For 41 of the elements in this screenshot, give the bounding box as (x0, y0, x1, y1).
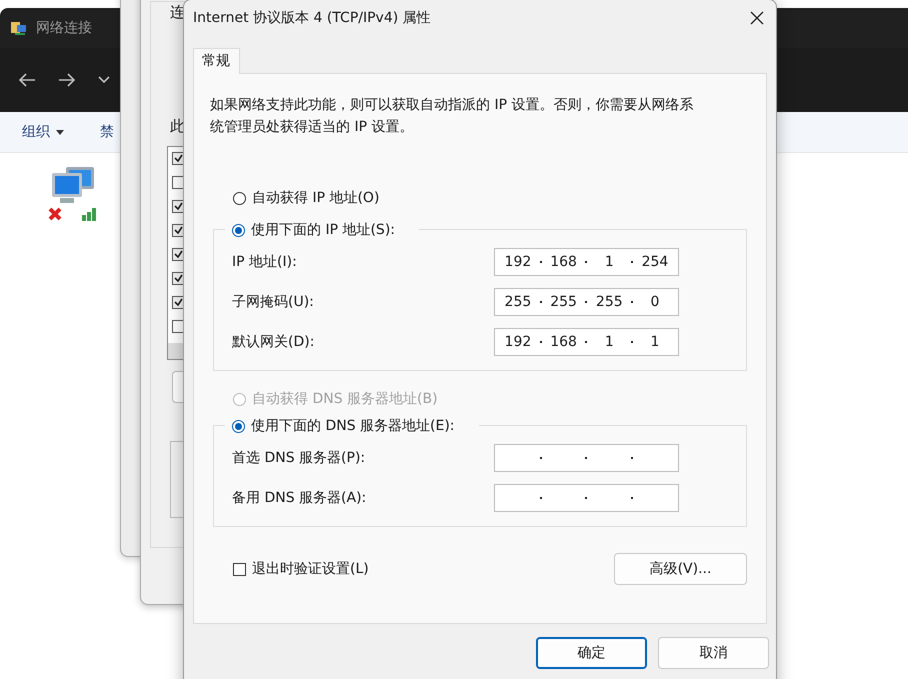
back-icon[interactable] (18, 72, 36, 88)
ip-octet: 255 (549, 294, 578, 310)
field-label: IP 地址(I): (232, 253, 297, 271)
ip-octet: 192 (504, 254, 532, 270)
radio-button[interactable]: 自动获得 IP 地址(O) (233, 189, 380, 207)
field-label: 首选 DNS 服务器(P): (232, 449, 366, 467)
ip-octet: 168 (549, 334, 578, 350)
ip-octet: 255 (594, 294, 624, 310)
close-icon[interactable] (750, 11, 764, 25)
dialog-title: Internet 协议版本 4 (TCP/IPv4) 属性 (193, 9, 431, 27)
radio-button[interactable]: 使用下面的 IP 地址(S): (232, 221, 395, 239)
description-text: 如果网络支持此功能，则可以获取自动指派的 IP 设置。否则，你需要从网络系统管理员处获得适当的 IP 设置。 (210, 96, 694, 137)
ip-address-field[interactable]: 192 168 1 254 (494, 248, 679, 276)
ip-octet: 254 (640, 254, 670, 270)
ip-octet: 1 (604, 334, 615, 350)
field-label: 备用 DNS 服务器(A): (232, 489, 366, 507)
ip-address-field[interactable]: 192 168 1 1 (494, 328, 679, 356)
dialog-button[interactable]: 取消 (658, 637, 769, 669)
radio-button[interactable]: 使用下面的 DNS 服务器地址(E): (232, 417, 455, 435)
ip-address-field[interactable]: 255 255 255 0 (494, 288, 679, 316)
ip-octet: 1 (650, 334, 660, 350)
field-label: 默认网关(D): (232, 333, 314, 351)
ip-address-field[interactable] (494, 484, 679, 512)
ip-octet: 1 (604, 254, 615, 270)
field-label: 子网掩码(U): (232, 293, 314, 311)
tab[interactable]: 常规 (193, 48, 240, 74)
dialog-button[interactable]: 确定 (536, 637, 647, 669)
ip-octet: 0 (650, 294, 660, 310)
ip-octet: 255 (504, 294, 532, 310)
caret-icon (56, 130, 64, 134)
checkbox[interactable]: 退出时验证设置(L) (233, 560, 369, 578)
window-title: 网络连接 (36, 19, 92, 37)
toolbar-item[interactable]: 组织 (22, 123, 64, 141)
chevron-icon[interactable] (98, 76, 110, 84)
ip-octet: 192 (504, 334, 532, 350)
network-folder-icon (10, 19, 28, 37)
forward-icon[interactable] (58, 72, 76, 88)
advanced-button[interactable]: 高级(V)... (614, 553, 747, 585)
ip-address-field[interactable] (494, 444, 679, 472)
ip-octet: 168 (549, 254, 578, 270)
toolbar-item[interactable]: 禁 (100, 123, 114, 141)
